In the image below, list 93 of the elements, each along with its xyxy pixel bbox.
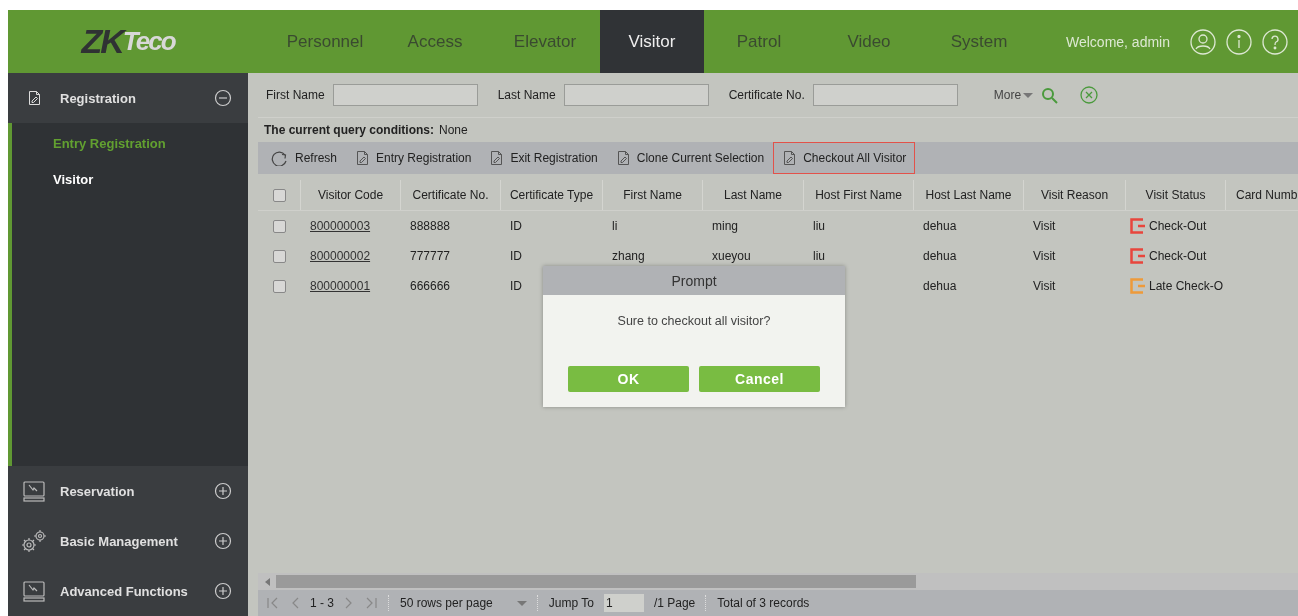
page-input[interactable]: 1 xyxy=(603,594,644,612)
monitor-icon xyxy=(22,479,46,503)
rows-per-page-dropdown[interactable]: 50 rows per page xyxy=(400,596,527,610)
column-header[interactable]: Host Last Name xyxy=(913,180,1023,210)
table-cell-text: xueyou xyxy=(711,248,752,265)
column-header[interactable]: Visit Reason xyxy=(1023,180,1125,210)
column-header[interactable]: Certificate Type xyxy=(500,180,602,210)
menu-group[interactable]: Advanced Functions xyxy=(8,566,248,616)
visitor-code-link[interactable]: 800000002 xyxy=(310,249,371,263)
document-icon xyxy=(355,150,371,166)
toolbar-button[interactable]: Checkout All Visitor xyxy=(773,142,916,174)
document-icon xyxy=(26,90,42,106)
table-cell-text: ID xyxy=(509,218,523,235)
scroll-left-icon[interactable] xyxy=(263,576,271,587)
table-cell-text: Visit xyxy=(1032,218,1057,235)
logo: ZKTeco xyxy=(79,21,177,62)
search-icon[interactable] xyxy=(1041,86,1059,104)
column-header[interactable]: Visitor Code xyxy=(300,180,400,210)
checkbox[interactable] xyxy=(272,188,286,202)
table-cell-text: Visit xyxy=(1032,248,1057,265)
table-cell-text: Visit xyxy=(1032,278,1057,295)
status-text: Check-Out xyxy=(1149,249,1207,263)
field-label: First Name xyxy=(266,88,325,102)
help-icon[interactable] xyxy=(1262,28,1288,55)
welcome-text: Welcome, admin xyxy=(1066,33,1170,50)
query-label: The current query conditions: xyxy=(264,123,434,137)
last-page-icon[interactable] xyxy=(364,595,378,611)
table-cell-text: 888888 xyxy=(409,218,452,235)
first-page-icon[interactable] xyxy=(266,595,280,611)
info-icon[interactable] xyxy=(1226,28,1252,55)
document-icon xyxy=(782,150,798,166)
gears-icon xyxy=(20,528,48,554)
status-text: Late Check-O xyxy=(1149,279,1224,293)
menu-group[interactable]: Basic Management xyxy=(8,516,248,566)
dialog-title: Prompt xyxy=(543,266,845,295)
status-text: Check-Out xyxy=(1149,219,1207,233)
checkbox[interactable] xyxy=(272,279,286,293)
refresh-icon xyxy=(271,150,289,166)
user-icon[interactable] xyxy=(1190,28,1216,55)
menu-group[interactable]: Reservation xyxy=(8,466,248,516)
clear-icon[interactable] xyxy=(1080,86,1099,104)
more-button[interactable]: More xyxy=(993,88,1034,102)
menu-item[interactable]: Entry Registration xyxy=(12,129,248,165)
toolbar-button[interactable]: Exit Registration xyxy=(480,142,607,174)
table-cell-text: liu xyxy=(812,248,826,265)
field-label: Last Name xyxy=(497,88,556,102)
input-field[interactable] xyxy=(332,84,478,106)
table-cell-text: dehua xyxy=(922,278,958,295)
table-cell-text: ID xyxy=(509,278,523,295)
checkbox[interactable] xyxy=(272,219,286,233)
table-cell-text: zhang xyxy=(611,248,646,265)
column-header[interactable]: First Name xyxy=(602,180,702,210)
menu-group[interactable]: Registration xyxy=(8,73,248,123)
collapse-icon[interactable] xyxy=(214,89,232,107)
table-cell-text: ming xyxy=(711,218,739,235)
expand-icon[interactable] xyxy=(214,482,232,500)
toolbar-button[interactable]: Entry Registration xyxy=(346,142,481,174)
table-cell-text: 777777 xyxy=(409,248,452,265)
table-cell-text: ID xyxy=(509,248,523,265)
next-page-icon[interactable] xyxy=(344,595,354,611)
document-icon xyxy=(615,150,631,166)
toolbar-button[interactable]: Clone Current Selection xyxy=(606,142,774,174)
page-count: /1 Page xyxy=(653,596,696,610)
nav-tab[interactable]: Visitor xyxy=(600,10,704,73)
column-header[interactable]: Last Name xyxy=(702,180,803,210)
table-cell-text: liu xyxy=(812,218,826,235)
query-value: None xyxy=(439,123,468,137)
jump-to-label: Jump To xyxy=(548,596,594,610)
expand-icon[interactable] xyxy=(214,532,232,550)
column-header[interactable]: Card Numb xyxy=(1225,180,1298,210)
table-cell-text: dehua xyxy=(922,248,958,265)
column-header[interactable]: Host First Name xyxy=(803,180,913,210)
table-cell-text: dehua xyxy=(922,218,958,235)
table-cell-text: 666666 xyxy=(409,278,452,295)
input-field[interactable] xyxy=(563,84,709,106)
table-cell-text: li xyxy=(611,218,619,235)
expand-icon[interactable] xyxy=(214,582,232,600)
menu-item[interactable]: Visitor xyxy=(12,165,248,201)
page-range: 1 - 3 xyxy=(310,596,334,610)
scrollbar-thumb[interactable] xyxy=(276,575,916,588)
visitor-code-link[interactable]: 800000003 xyxy=(310,219,371,233)
total-records: Total of 3 records xyxy=(717,596,810,610)
input-field[interactable] xyxy=(812,84,958,106)
document-icon xyxy=(489,150,505,166)
column-header[interactable]: Certificate No. xyxy=(400,180,500,210)
field-label: Certificate No. xyxy=(728,88,805,102)
visitor-code-link[interactable]: 800000001 xyxy=(310,279,371,293)
checkbox[interactable] xyxy=(272,249,286,263)
dialog-message: Sure to checkout all visitor? xyxy=(616,314,772,328)
column-header[interactable]: Visit Status xyxy=(1125,180,1225,210)
previous-page-icon[interactable] xyxy=(290,595,300,611)
monitor-icon xyxy=(22,579,46,603)
toolbar-button[interactable]: Refresh xyxy=(262,142,347,174)
